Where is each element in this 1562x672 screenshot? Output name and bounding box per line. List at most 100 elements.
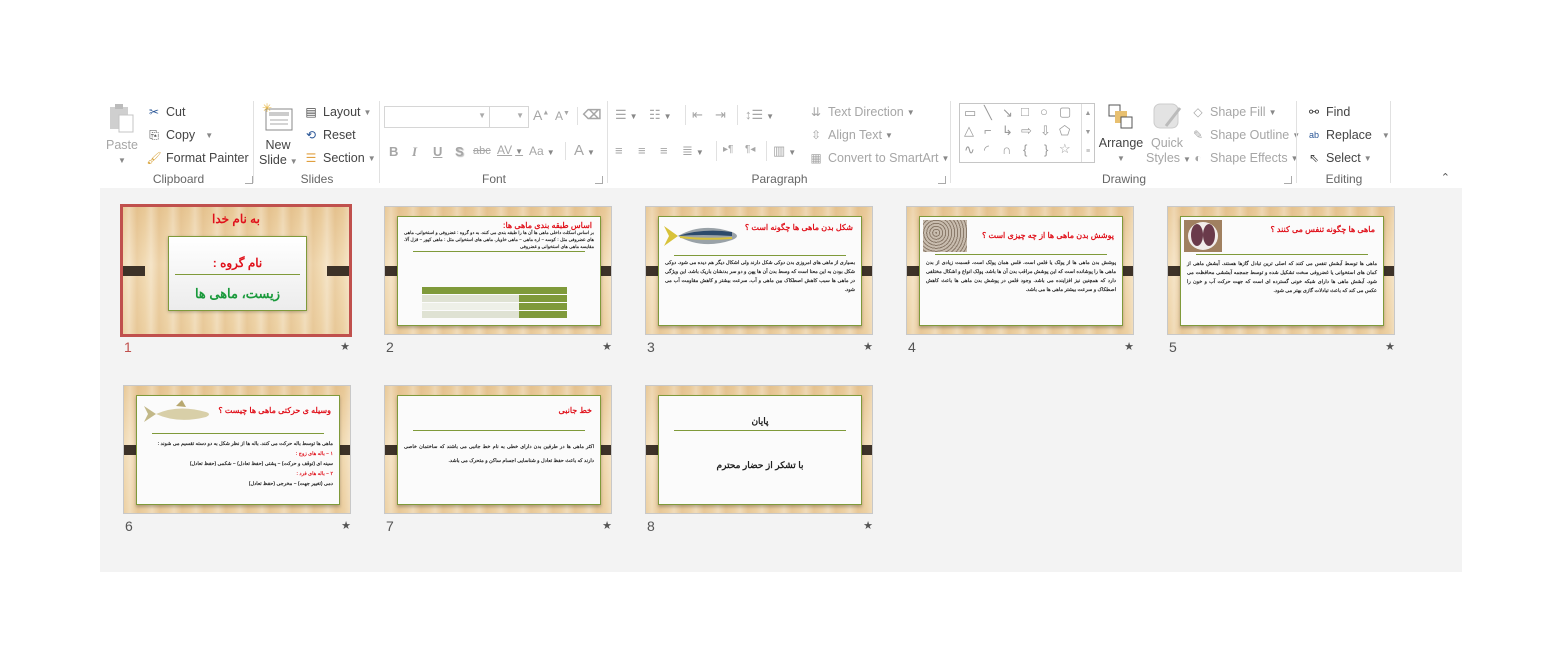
- slide-transition-star-icon[interactable]: ★: [340, 340, 350, 353]
- slide-thumbnail-7[interactable]: خط جانبی اکثر ماهی ها در طرفین بدن دارای…: [384, 385, 616, 535]
- rectangle-shape-icon[interactable]: □: [1021, 104, 1029, 119]
- find-button[interactable]: ⚯ Find: [1306, 104, 1350, 120]
- star-shape-icon[interactable]: ☆: [1059, 141, 1071, 157]
- select-button[interactable]: ⇖ Select ▼: [1306, 150, 1372, 166]
- shape-outline-button[interactable]: ✎ Shape Outline ▼: [1190, 127, 1300, 143]
- quick-styles-button[interactable]: Quick Styles ▼: [1146, 102, 1191, 167]
- clipboard-dialog-launcher[interactable]: [245, 176, 253, 184]
- gallery-scrollbar[interactable]: ▲ ▼ ≡: [1081, 104, 1094, 162]
- slide-transition-star-icon[interactable]: ★: [863, 340, 873, 353]
- text-box-shape-icon[interactable]: ▭: [964, 105, 976, 121]
- new-slide-button[interactable]: ✳ New Slide ▼: [259, 101, 298, 169]
- slide-5-canvas[interactable]: ماهی ها چگونه تنفس می کنند ؟ ماهی ها توس…: [1167, 206, 1395, 335]
- slide-8-canvas[interactable]: پایان با تشکر از حضار محترم: [645, 385, 873, 514]
- justify-button[interactable]: ≣ ▼: [682, 143, 704, 159]
- increase-indent-button[interactable]: ⇥: [715, 107, 726, 123]
- slide-7-canvas[interactable]: خط جانبی اکثر ماهی ها در طرفین بدن دارای…: [384, 385, 612, 514]
- slide-thumbnail-4[interactable]: پوشش بدن ماهی ها از چه چیزی است ؟ پوشش ب…: [906, 206, 1138, 356]
- slide-thumbnail-2[interactable]: اساس طبقه بندی ماهی ها: بر اساس اسکلت دا…: [384, 206, 616, 356]
- arrange-button[interactable]: Arrange ▼: [1098, 102, 1144, 166]
- underline-button[interactable]: U: [433, 144, 442, 159]
- rounded-rectangle-shape-icon[interactable]: ▢: [1059, 104, 1071, 120]
- cut-button[interactable]: ✂ Cut: [146, 104, 185, 120]
- gallery-down-icon[interactable]: ▼: [1082, 123, 1094, 142]
- font-name-combobox[interactable]: ▼: [384, 106, 491, 128]
- font-name-dropdown-icon[interactable]: ▼: [478, 111, 486, 120]
- down-arrow-shape-icon[interactable]: ⇩: [1040, 123, 1051, 139]
- grow-font-button[interactable]: A▲: [533, 107, 549, 123]
- line-shape-icon[interactable]: ╲: [984, 105, 992, 121]
- text-direction-button[interactable]: ⇊ Text Direction ▼: [808, 104, 915, 120]
- left-brace-shape-icon[interactable]: {: [1023, 142, 1027, 157]
- shadow-button[interactable]: S: [455, 144, 464, 159]
- section-button[interactable]: ☰ Section ▼: [303, 150, 376, 166]
- triangle-shape-icon[interactable]: △: [964, 123, 974, 139]
- shape-effects-button[interactable]: ◐ Shape Effects ▼: [1190, 150, 1298, 166]
- slide-3-canvas[interactable]: شکل بدن ماهی ها چگونه است ؟ بسیاری از ما…: [645, 206, 873, 335]
- change-case-button[interactable]: Aa ▼: [529, 144, 555, 158]
- arc-shape-icon[interactable]: ◜: [984, 142, 989, 158]
- slide-transition-star-icon[interactable]: ★: [341, 519, 351, 532]
- slide-thumbnail-8[interactable]: پایان با تشکر از حضار محترم 8 ★: [645, 385, 877, 535]
- align-left-button[interactable]: ≡: [615, 143, 623, 158]
- rtl-button[interactable]: ¶◂: [745, 144, 755, 155]
- copy-button[interactable]: ⎘ Copy ▼: [146, 127, 213, 143]
- slide-transition-star-icon[interactable]: ★: [1385, 340, 1395, 353]
- slide-1-canvas[interactable]: به نام خدا نام گروه : زیست، ماهی ها: [120, 204, 352, 337]
- slide-thumbnail-6[interactable]: وسیله ی حرکتی ماهی ها چیست ؟ ماهی ها توس…: [123, 385, 355, 535]
- numbering-button[interactable]: ☷ ▼: [649, 107, 672, 123]
- convert-smartart-button[interactable]: ▦ Convert to SmartArt ▼: [808, 150, 949, 166]
- paste-button[interactable]: Paste ▼: [103, 102, 141, 168]
- slide-transition-star-icon[interactable]: ★: [1124, 340, 1134, 353]
- slide-6-canvas[interactable]: وسیله ی حرکتی ماهی ها چیست ؟ ماهی ها توس…: [123, 385, 351, 514]
- bullets-button[interactable]: ☰ ▼: [615, 107, 638, 123]
- snip-rectangle-shape-icon[interactable]: ⬠: [1059, 123, 1070, 139]
- gallery-more-icon[interactable]: ≡: [1082, 142, 1094, 161]
- slide-2-canvas[interactable]: اساس طبقه بندی ماهی ها: بر اساس اسکلت دا…: [384, 206, 612, 335]
- align-right-button[interactable]: ≡: [660, 143, 668, 158]
- decrease-indent-button[interactable]: ⇤: [692, 107, 703, 123]
- italic-button[interactable]: I: [412, 144, 417, 160]
- fish-scales-image: [923, 220, 967, 252]
- oval-shape-icon[interactable]: ○: [1040, 104, 1048, 119]
- slide-transition-star-icon[interactable]: ★: [863, 519, 873, 532]
- font-size-dropdown-icon[interactable]: ▼: [516, 111, 524, 120]
- arrow-line-shape-icon[interactable]: ↘: [1002, 105, 1013, 121]
- columns-button[interactable]: ▥ ▼: [773, 143, 796, 159]
- clear-formatting-button[interactable]: ⌫: [583, 107, 601, 123]
- shapes-gallery[interactable]: ▭ ╲ ↘ □ ○ ▢ △ ⌐ ↳ ⇨ ⇩ ⬠ ∿ ◜ ∩ { } ☆ ▲ ▼ …: [959, 103, 1095, 163]
- ltr-button[interactable]: ▸¶: [723, 144, 733, 155]
- bold-button[interactable]: B: [389, 144, 398, 159]
- slide-4-canvas[interactable]: پوشش بدن ماهی ها از چه چیزی است ؟ پوشش ب…: [906, 206, 1134, 335]
- layout-button[interactable]: ▤ Layout ▼: [303, 104, 371, 120]
- elbow-arrow-shape-icon[interactable]: ↳: [1002, 123, 1013, 139]
- right-brace-shape-icon[interactable]: }: [1044, 142, 1048, 157]
- align-center-button[interactable]: ≡: [638, 143, 646, 158]
- line-spacing-button[interactable]: ↕☰ ▼: [745, 107, 774, 123]
- freeform-shape-icon[interactable]: ∿: [964, 142, 975, 158]
- format-painter-button[interactable]: 🖌 Format Painter: [146, 150, 248, 166]
- font-dialog-launcher[interactable]: [595, 176, 603, 184]
- collapse-ribbon-icon[interactable]: ⌃: [1441, 171, 1450, 184]
- drawing-dialog-launcher[interactable]: [1284, 176, 1292, 184]
- align-text-button[interactable]: ⇳ Align Text ▼: [808, 127, 893, 143]
- character-spacing-button[interactable]: AV ▼: [497, 143, 523, 157]
- font-size-combobox[interactable]: ▼: [489, 106, 529, 128]
- right-arrow-shape-icon[interactable]: ⇨: [1021, 123, 1032, 139]
- replace-button[interactable]: ab Replace ▼: [1306, 127, 1390, 143]
- paragraph-dialog-launcher[interactable]: [938, 176, 946, 184]
- curve-shape-icon[interactable]: ∩: [1002, 142, 1011, 157]
- gallery-up-icon[interactable]: ▲: [1082, 104, 1094, 123]
- scissors-icon: ✂: [148, 105, 160, 119]
- slide-transition-star-icon[interactable]: ★: [602, 340, 612, 353]
- elbow-connector-shape-icon[interactable]: ⌐: [984, 123, 992, 138]
- slide-thumbnail-5[interactable]: ماهی ها چگونه تنفس می کنند ؟ ماهی ها توس…: [1167, 206, 1399, 356]
- shape-fill-button[interactable]: ◇ Shape Fill ▼: [1190, 104, 1276, 120]
- font-color-button[interactable]: A ▼: [574, 142, 595, 159]
- slide-thumbnail-3[interactable]: شکل بدن ماهی ها چگونه است ؟ بسیاری از ما…: [645, 206, 877, 356]
- strikethrough-button[interactable]: abc: [473, 145, 491, 157]
- shrink-font-button[interactable]: A▼: [555, 109, 570, 123]
- slide-transition-star-icon[interactable]: ★: [602, 519, 612, 532]
- reset-button[interactable]: ⟲ Reset: [303, 127, 356, 143]
- slide-thumbnail-1[interactable]: به نام خدا نام گروه : زیست، ماهی ها 1 ★: [120, 204, 354, 356]
